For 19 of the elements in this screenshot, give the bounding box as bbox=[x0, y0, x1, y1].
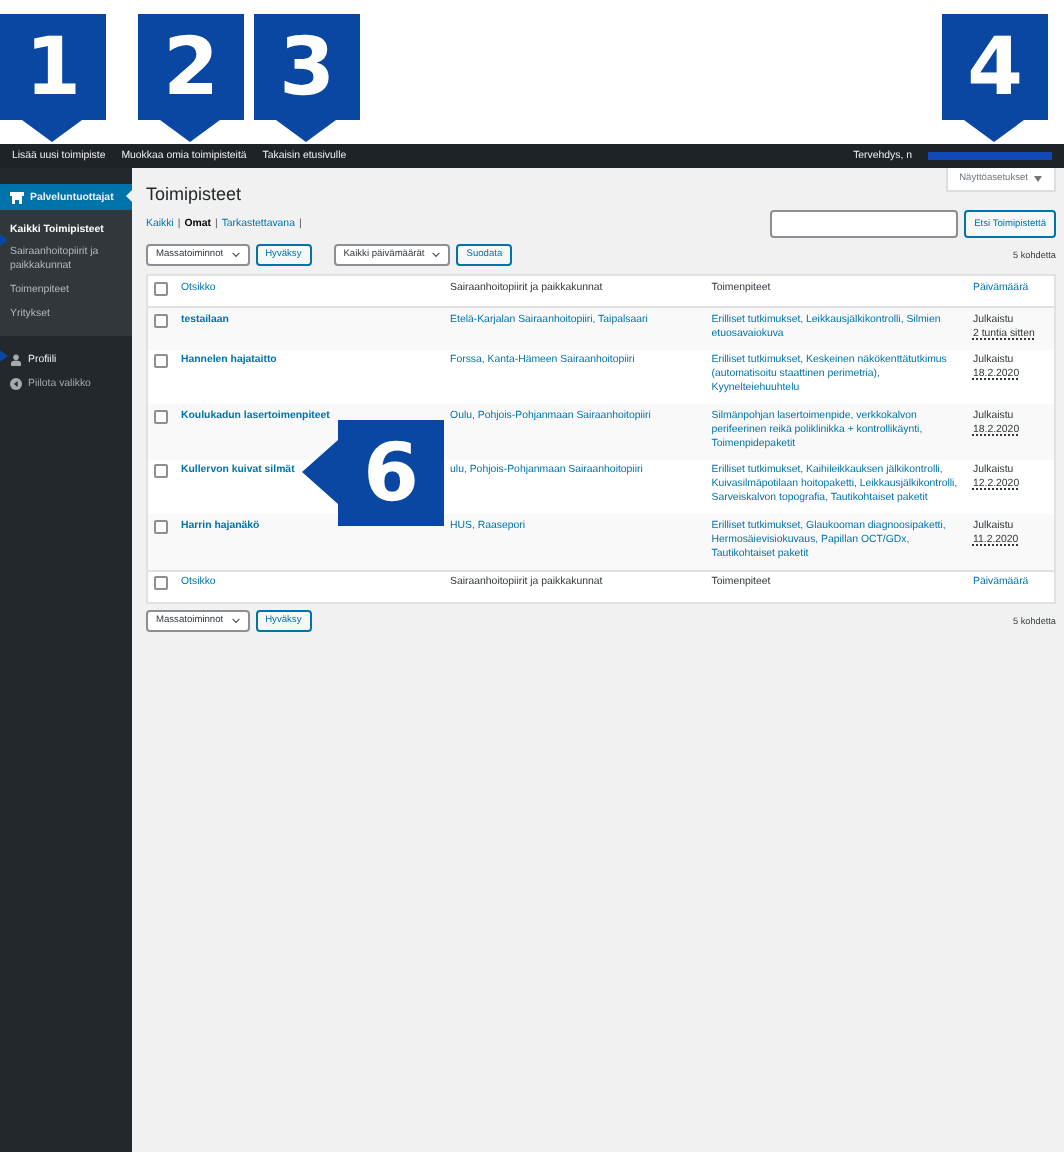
checkbox[interactable] bbox=[154, 409, 168, 424]
redaction-bar bbox=[928, 152, 1052, 160]
chevron-icon bbox=[432, 252, 441, 258]
checkbox[interactable] bbox=[154, 354, 168, 369]
page-title: Toimipisteet bbox=[146, 184, 244, 204]
checkbox[interactable] bbox=[154, 576, 168, 591]
checkbox[interactable] bbox=[154, 313, 168, 328]
person-icon bbox=[10, 353, 22, 366]
store-icon bbox=[10, 191, 24, 203]
chevron-icon bbox=[231, 617, 240, 624]
pointer-icon bbox=[0, 350, 8, 362]
checkbox[interactable] bbox=[154, 464, 168, 479]
search-field[interactable] bbox=[770, 210, 959, 238]
checkbox[interactable] bbox=[154, 519, 168, 534]
checkbox[interactable] bbox=[154, 281, 168, 295]
collapse-icon bbox=[10, 377, 22, 390]
caret-icon bbox=[1034, 176, 1042, 182]
pointer-icon bbox=[0, 234, 8, 246]
chevron-icon bbox=[231, 252, 240, 258]
